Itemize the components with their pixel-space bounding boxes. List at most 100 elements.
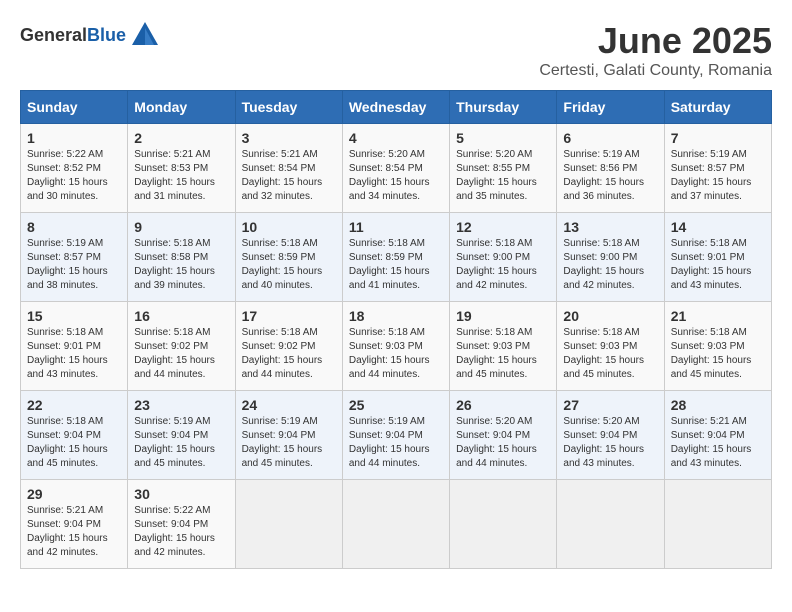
day-info: Sunrise: 5:20 AM Sunset: 8:55 PM Dayligh… (456, 148, 550, 204)
day-number: 8 (27, 219, 121, 235)
day-info: Sunrise: 5:19 AM Sunset: 8:57 PM Dayligh… (671, 148, 765, 204)
day-number: 22 (27, 397, 121, 413)
day-number: 11 (349, 219, 443, 235)
list-item: 27Sunrise: 5:20 AM Sunset: 9:04 PM Dayli… (557, 391, 664, 480)
header-sunday: Sunday (21, 91, 128, 124)
day-number: 25 (349, 397, 443, 413)
day-info: Sunrise: 5:19 AM Sunset: 9:04 PM Dayligh… (349, 415, 443, 471)
list-item (557, 480, 664, 569)
day-info: Sunrise: 5:18 AM Sunset: 9:04 PM Dayligh… (27, 415, 121, 471)
day-number: 13 (563, 219, 657, 235)
list-item: 7 Sunrise: 5:19 AM Sunset: 8:57 PM Daylig… (664, 124, 771, 213)
logo-icon (130, 20, 160, 50)
day-number: 5 (456, 130, 550, 146)
table-row: 8 Sunrise: 5:19 AM Sunset: 8:57 PM Daylig… (21, 213, 772, 302)
day-info: Sunrise: 5:20 AM Sunset: 8:54 PM Dayligh… (349, 148, 443, 204)
day-number: 10 (242, 219, 336, 235)
list-item: 11Sunrise: 5:18 AM Sunset: 8:59 PM Dayli… (342, 213, 449, 302)
table-row: 15 Sunrise: 5:18 AM Sunset: 9:01 PM Dayli… (21, 302, 772, 391)
list-item: 30 Sunrise: 5:22 AM Sunset: 9:04 PM Dayli… (128, 480, 235, 569)
calendar-table: Sunday Monday Tuesday Wednesday Thursday… (20, 90, 772, 569)
list-item: 17 Sunrise: 5:18 AM Sunset: 9:02 PM Dayli… (235, 302, 342, 391)
page-header: GeneralBlue June 2025 Certesti, Galati C… (20, 20, 772, 80)
list-item (235, 480, 342, 569)
list-item: 8 Sunrise: 5:19 AM Sunset: 8:57 PM Daylig… (21, 213, 128, 302)
list-item (342, 480, 449, 569)
day-info: Sunrise: 5:18 AM Sunset: 9:00 PM Dayligh… (456, 237, 550, 293)
day-info: Sunrise: 5:18 AM Sunset: 9:03 PM Dayligh… (456, 326, 550, 382)
day-info: Sunrise: 5:18 AM Sunset: 8:58 PM Dayligh… (134, 237, 228, 293)
day-info: Sunrise: 5:18 AM Sunset: 9:03 PM Dayligh… (671, 326, 765, 382)
day-info: Sunrise: 5:19 AM Sunset: 9:04 PM Dayligh… (134, 415, 228, 471)
day-number: 6 (563, 130, 657, 146)
day-info: Sunrise: 5:18 AM Sunset: 9:02 PM Dayligh… (134, 326, 228, 382)
day-number: 21 (671, 308, 765, 324)
list-item: 29 Sunrise: 5:21 AM Sunset: 9:04 PM Dayli… (21, 480, 128, 569)
day-info: Sunrise: 5:21 AM Sunset: 8:54 PM Dayligh… (242, 148, 336, 204)
day-number: 15 (27, 308, 121, 324)
list-item: 25 Sunrise: 5:19 AM Sunset: 9:04 PM Dayli… (342, 391, 449, 480)
logo: GeneralBlue (20, 20, 160, 50)
list-item: 2 Sunrise: 5:21 AM Sunset: 8:53 PM Daylig… (128, 124, 235, 213)
table-row: 22 Sunrise: 5:18 AM Sunset: 9:04 PM Dayli… (21, 391, 772, 480)
list-item: 28Sunrise: 5:21 AM Sunset: 9:04 PM Dayli… (664, 391, 771, 480)
day-info: Sunrise: 5:20 AM Sunset: 9:04 PM Dayligh… (456, 415, 550, 471)
header-tuesday: Tuesday (235, 91, 342, 124)
day-info: Sunrise: 5:18 AM Sunset: 9:01 PM Dayligh… (671, 237, 765, 293)
title-section: June 2025 Certesti, Galati County, Roman… (539, 20, 772, 80)
list-item: 10Sunrise: 5:18 AM Sunset: 8:59 PM Dayli… (235, 213, 342, 302)
list-item: 5 Sunrise: 5:20 AM Sunset: 8:55 PM Daylig… (450, 124, 557, 213)
list-item: 22 Sunrise: 5:18 AM Sunset: 9:04 PM Dayli… (21, 391, 128, 480)
day-number: 3 (242, 130, 336, 146)
day-number: 7 (671, 130, 765, 146)
day-info: Sunrise: 5:18 AM Sunset: 9:03 PM Dayligh… (563, 326, 657, 382)
day-number: 24 (242, 397, 336, 413)
table-row: 29 Sunrise: 5:21 AM Sunset: 9:04 PM Dayli… (21, 480, 772, 569)
logo-blue: Blue (87, 25, 126, 45)
calendar-subtitle: Certesti, Galati County, Romania (539, 62, 772, 80)
list-item (450, 480, 557, 569)
list-item: 23 Sunrise: 5:19 AM Sunset: 9:04 PM Dayli… (128, 391, 235, 480)
day-info: Sunrise: 5:18 AM Sunset: 9:01 PM Dayligh… (27, 326, 121, 382)
list-item: 1Sunrise: 5:22 AM Sunset: 8:52 PM Daylig… (21, 124, 128, 213)
day-info: Sunrise: 5:18 AM Sunset: 9:02 PM Dayligh… (242, 326, 336, 382)
day-info: Sunrise: 5:19 AM Sunset: 8:57 PM Dayligh… (27, 237, 121, 293)
day-info: Sunrise: 5:21 AM Sunset: 9:04 PM Dayligh… (27, 504, 121, 560)
day-info: Sunrise: 5:21 AM Sunset: 8:53 PM Dayligh… (134, 148, 228, 204)
day-number: 2 (134, 130, 228, 146)
day-number: 30 (134, 486, 228, 502)
list-item: 26 Sunrise: 5:20 AM Sunset: 9:04 PM Dayli… (450, 391, 557, 480)
day-number: 12 (456, 219, 550, 235)
day-number: 18 (349, 308, 443, 324)
header-thursday: Thursday (450, 91, 557, 124)
header-saturday: Saturday (664, 91, 771, 124)
day-number: 23 (134, 397, 228, 413)
list-item (664, 480, 771, 569)
day-number: 14 (671, 219, 765, 235)
day-number: 29 (27, 486, 121, 502)
day-info: Sunrise: 5:18 AM Sunset: 9:03 PM Dayligh… (349, 326, 443, 382)
table-row: 1Sunrise: 5:22 AM Sunset: 8:52 PM Daylig… (21, 124, 772, 213)
day-number: 16 (134, 308, 228, 324)
header-monday: Monday (128, 91, 235, 124)
day-number: 9 (134, 219, 228, 235)
list-item: 12 Sunrise: 5:18 AM Sunset: 9:00 PM Dayli… (450, 213, 557, 302)
list-item: 15 Sunrise: 5:18 AM Sunset: 9:01 PM Dayli… (21, 302, 128, 391)
day-number: 1 (27, 130, 121, 146)
header-friday: Friday (557, 91, 664, 124)
day-number: 17 (242, 308, 336, 324)
day-info: Sunrise: 5:20 AM Sunset: 9:04 PM Dayligh… (563, 415, 657, 471)
list-item: 9 Sunrise: 5:18 AM Sunset: 8:58 PM Daylig… (128, 213, 235, 302)
list-item: 16 Sunrise: 5:18 AM Sunset: 9:02 PM Dayli… (128, 302, 235, 391)
day-number: 26 (456, 397, 550, 413)
list-item: 13 Sunrise: 5:18 AM Sunset: 9:00 PM Dayli… (557, 213, 664, 302)
list-item: 18 Sunrise: 5:18 AM Sunset: 9:03 PM Dayli… (342, 302, 449, 391)
day-info: Sunrise: 5:18 AM Sunset: 9:00 PM Dayligh… (563, 237, 657, 293)
list-item: 20Sunrise: 5:18 AM Sunset: 9:03 PM Dayli… (557, 302, 664, 391)
day-info: Sunrise: 5:22 AM Sunset: 9:04 PM Dayligh… (134, 504, 228, 560)
day-number: 28 (671, 397, 765, 413)
list-item: 14 Sunrise: 5:18 AM Sunset: 9:01 PM Dayli… (664, 213, 771, 302)
list-item: 3 Sunrise: 5:21 AM Sunset: 8:54 PM Daylig… (235, 124, 342, 213)
weekday-header-row: Sunday Monday Tuesday Wednesday Thursday… (21, 91, 772, 124)
day-info: Sunrise: 5:19 AM Sunset: 9:04 PM Dayligh… (242, 415, 336, 471)
